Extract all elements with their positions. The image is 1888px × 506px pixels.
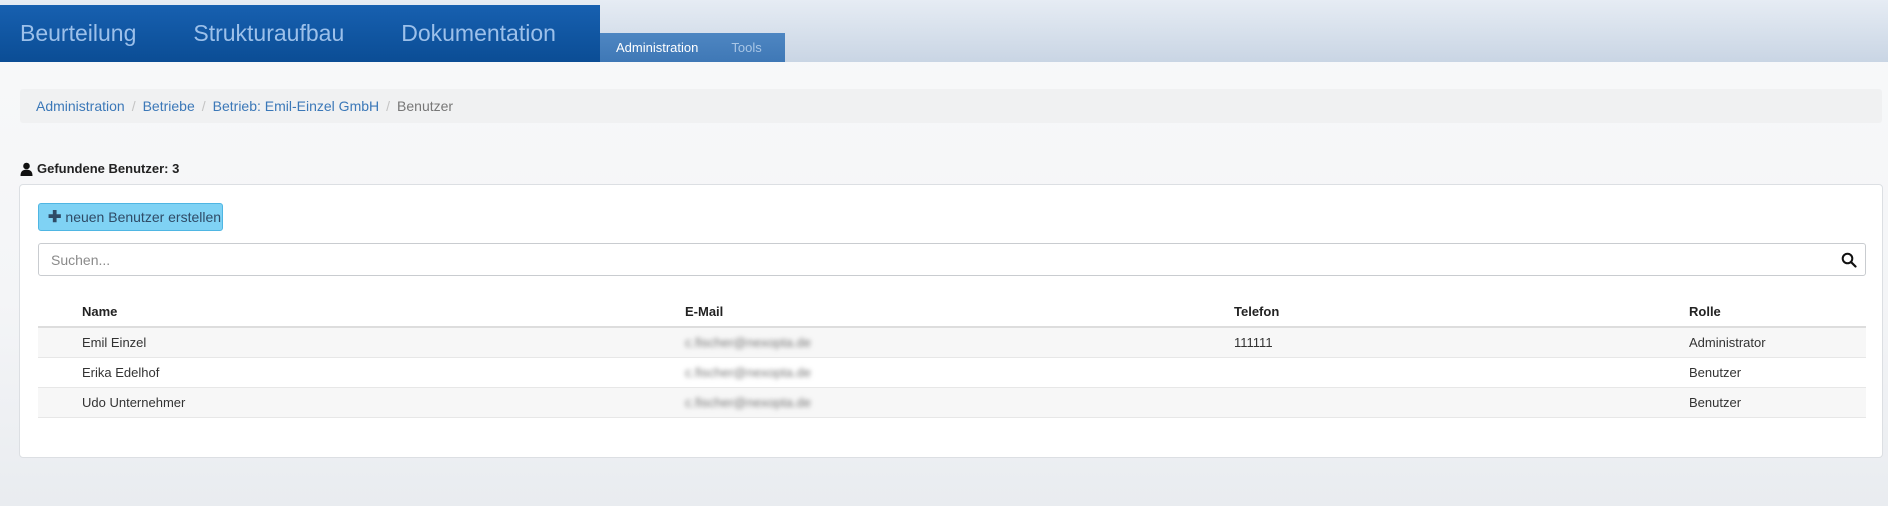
cell-role: Benutzer	[1689, 357, 1866, 388]
cell-role: Administrator	[1689, 327, 1866, 358]
new-user-button[interactable]: ✚ neuen Benutzer erstellen	[38, 203, 223, 231]
main-navigation: Beurteilung Strukturaufbau Dokumentation	[0, 5, 600, 62]
header-role[interactable]: Rolle	[1689, 297, 1866, 328]
breadcrumb-betriebe[interactable]: Betriebe	[143, 98, 195, 114]
breadcrumb-current: Benutzer	[397, 98, 454, 114]
nav-dokumentation[interactable]: Dokumentation	[401, 20, 556, 47]
search-input[interactable]	[39, 244, 1829, 275]
user-icon	[20, 162, 33, 176]
header-phone[interactable]: Telefon	[1234, 297, 1689, 328]
breadcrumb-separator: /	[201, 98, 206, 114]
cell-name: Erika Edelhof	[82, 357, 685, 388]
nav-beurteilung[interactable]: Beurteilung	[20, 20, 136, 47]
breadcrumb: Administration / Betriebe / Betrieb: Emi…	[20, 89, 1882, 123]
sub-navigation: Administration Tools	[600, 33, 785, 62]
cell-role: Benutzer	[1689, 387, 1866, 418]
subnav-administration[interactable]: Administration	[616, 40, 698, 55]
header-name[interactable]: Name	[82, 297, 685, 328]
table-row[interactable]: Erika Edelhof c.fischer@nexopta.de Benut…	[38, 357, 1866, 388]
users-table: Name E-Mail Telefon Rolle Emil Einzel c.…	[38, 297, 1866, 418]
table-header-spacer	[38, 297, 82, 328]
users-count-text: Gefundene Benutzer: 3	[37, 161, 180, 176]
breadcrumb-separator: /	[386, 98, 391, 114]
email-value: c.fischer@nexopta.de	[685, 394, 811, 410]
table-row[interactable]: Udo Unternehmer c.fischer@nexopta.de Ben…	[38, 387, 1866, 418]
table-header-row: Name E-Mail Telefon Rolle	[38, 297, 1866, 328]
email-value: c.fischer@nexopta.de	[685, 364, 811, 380]
search-box	[38, 243, 1866, 276]
cell-email: c.fischer@nexopta.de	[685, 357, 1234, 388]
table-row[interactable]: Emil Einzel c.fischer@nexopta.de 111111 …	[38, 327, 1866, 358]
cell-email: c.fischer@nexopta.de	[685, 387, 1234, 418]
cell-name: Emil Einzel	[82, 327, 685, 358]
row-spacer	[38, 357, 82, 388]
top-header: Beurteilung Strukturaufbau Dokumentation…	[0, 0, 1888, 62]
cell-phone	[1234, 387, 1689, 418]
email-value: c.fischer@nexopta.de	[685, 334, 811, 350]
breadcrumb-administration[interactable]: Administration	[36, 98, 125, 114]
row-spacer	[38, 387, 82, 418]
cell-phone	[1234, 357, 1689, 388]
new-user-button-label: neuen Benutzer erstellen	[65, 209, 222, 225]
users-panel: ✚ neuen Benutzer erstellen Name E-Mail T…	[19, 184, 1883, 458]
search-icon[interactable]	[1841, 252, 1857, 268]
cell-name: Udo Unternehmer	[82, 387, 685, 418]
plus-icon: ✚	[48, 209, 62, 226]
cell-phone: 111111	[1234, 327, 1689, 358]
subnav-tools[interactable]: Tools	[731, 40, 761, 55]
cell-email: c.fischer@nexopta.de	[685, 327, 1234, 358]
row-spacer	[38, 327, 82, 358]
breadcrumb-separator: /	[131, 98, 136, 114]
users-count-heading: Gefundene Benutzer: 3	[20, 161, 179, 176]
breadcrumb-betrieb[interactable]: Betrieb: Emil-Einzel GmbH	[213, 98, 380, 114]
nav-strukturaufbau[interactable]: Strukturaufbau	[193, 20, 344, 47]
header-email[interactable]: E-Mail	[685, 297, 1234, 328]
